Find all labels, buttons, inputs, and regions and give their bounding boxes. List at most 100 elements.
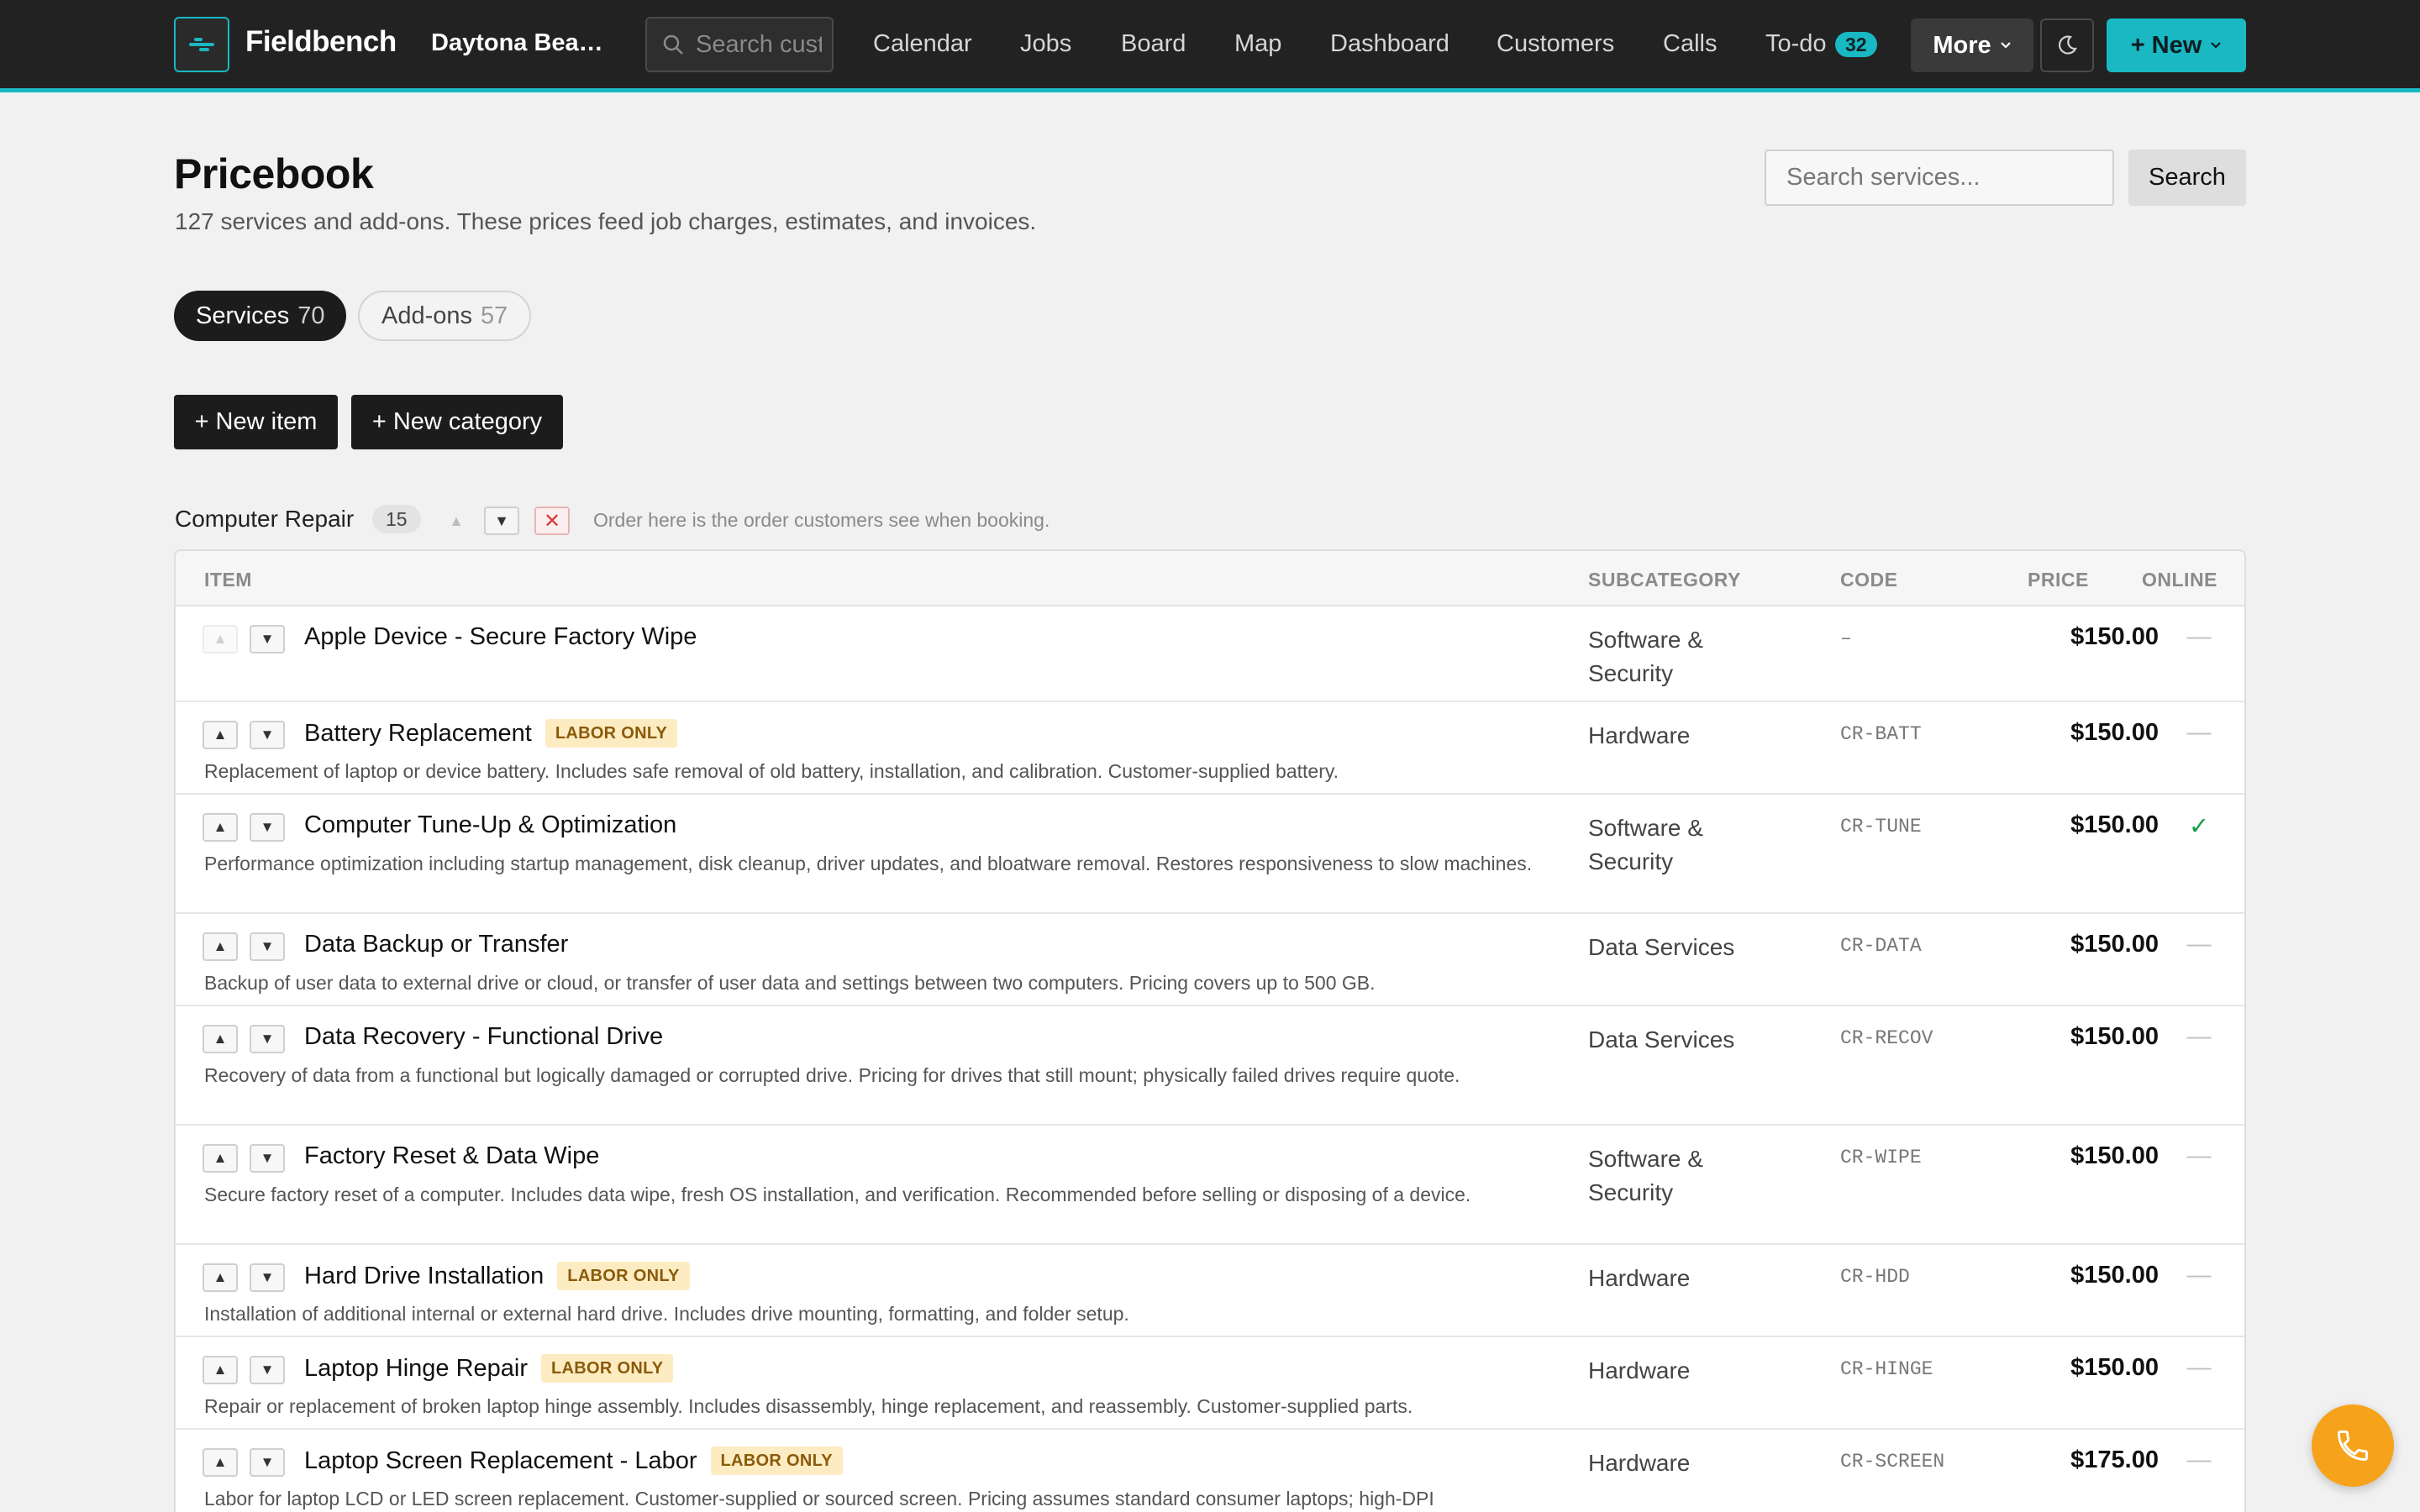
item-price: $150.00 [2070, 931, 2159, 958]
nav-jobs[interactable]: Jobs [1020, 30, 1071, 58]
category-count-badge: 15 [372, 505, 421, 533]
nav-todo[interactable]: To-do [1765, 30, 1827, 58]
table-row[interactable]: ▲ ▼ Laptop Hinge Repair LABOR ONLY Repair… [176, 1337, 2244, 1430]
item-code: CR-WIPE [1840, 1147, 1922, 1168]
move-up-button[interactable]: ▲ [203, 932, 238, 961]
services-search-input[interactable] [1765, 150, 2114, 206]
tab-addons[interactable]: Add-ons 57 [358, 291, 532, 341]
labor-only-badge: LABOR ONLY [710, 1446, 843, 1475]
table-row[interactable]: ▲ ▼ Data Backup or Transfer Backup of us… [176, 914, 2244, 1006]
move-up-button: ▲ [203, 625, 238, 654]
move-down-button[interactable]: ▼ [250, 1263, 285, 1292]
table-row[interactable]: ▲ ▼ Data Recovery - Functional Drive Rec… [176, 1006, 2244, 1126]
item-code: CR-RECOV [1840, 1027, 1933, 1049]
move-down-button[interactable]: ▼ [250, 1144, 285, 1173]
move-down-button[interactable]: ▼ [250, 1025, 285, 1053]
table-row[interactable]: ▲ ▼ Hard Drive Installation LABOR ONLY In… [176, 1245, 2244, 1337]
item-name[interactable]: Data Backup or Transfer [304, 931, 568, 958]
nav-map[interactable]: Map [1234, 30, 1281, 58]
item-description: Installation of additional internal or e… [204, 1303, 1129, 1325]
item-name[interactable]: Hard Drive Installation LABOR ONLY [304, 1262, 690, 1290]
labor-only-badge: LABOR ONLY [541, 1354, 674, 1383]
item-name-text: Battery Replacement [304, 719, 532, 747]
column-header-subcategory: SUBCATEGORY [1588, 569, 1741, 591]
new-category-button[interactable]: + New category [351, 395, 563, 449]
table-row[interactable]: ▲ ▼ Laptop Screen Replacement - Labor LAB… [176, 1430, 2244, 1512]
table-row[interactable]: ▲ ▼ Factory Reset & Data Wipe Secure fac… [176, 1126, 2244, 1245]
item-name[interactable]: Apple Device - Secure Factory Wipe [304, 623, 697, 651]
move-down-button[interactable]: ▼ [250, 1356, 285, 1384]
item-name[interactable]: Laptop Hinge Repair LABOR ONLY [304, 1354, 674, 1383]
item-name-text: Laptop Hinge Repair [304, 1354, 529, 1382]
move-up-button[interactable]: ▲ [203, 1144, 238, 1173]
item-online-status: — [2186, 1446, 2212, 1473]
move-down-button[interactable]: ▼ [250, 625, 285, 654]
chevron-down-icon [2000, 42, 2011, 49]
item-subcategory: Software & Security [1588, 815, 1703, 874]
item-price: $150.00 [2070, 623, 2159, 650]
table-row[interactable]: ▲ ▼ Apple Device - Secure Factory Wipe S… [176, 606, 2244, 702]
item-subcategory: Hardware [1588, 1265, 1691, 1291]
item-name-text: Hard Drive Installation [304, 1262, 544, 1289]
move-up-button[interactable]: ▲ [203, 1356, 238, 1384]
app-logo-icon[interactable] [174, 17, 229, 72]
search-icon [663, 34, 683, 55]
tab-label: Services [196, 302, 290, 329]
customer-search[interactable] [645, 17, 834, 72]
new-item-button[interactable]: + New item [174, 395, 338, 449]
move-down-button[interactable]: ▼ [250, 813, 285, 842]
item-online-status: — [2186, 931, 2212, 958]
search-button[interactable]: Search [2128, 150, 2246, 206]
item-name[interactable]: Laptop Screen Replacement - Labor LABOR O… [304, 1446, 843, 1475]
move-up-button[interactable]: ▲ [203, 1025, 238, 1053]
table-row[interactable]: ▲ ▼ Computer Tune-Up & Optimization Perf… [176, 795, 2244, 914]
item-name[interactable]: Factory Reset & Data Wipe [304, 1142, 599, 1170]
item-name-text: Computer Tune-Up & Optimization [304, 811, 677, 838]
new-menu-button[interactable]: + New [2107, 18, 2246, 72]
nav-customers[interactable]: Customers [1497, 30, 1614, 58]
move-down-button[interactable]: ▼ [250, 721, 285, 749]
item-name-text: Data Recovery - Functional Drive [304, 1023, 664, 1050]
item-subcategory: Data Services [1588, 1026, 1735, 1053]
move-up-button[interactable]: ▲ [203, 1263, 238, 1292]
category-delete-button[interactable]: ✕ [534, 507, 570, 535]
item-description: Secure factory reset of a computer. Incl… [204, 1184, 1471, 1205]
top-nav: Fieldbench Daytona Beac... Calendar Jobs… [0, 0, 2420, 92]
move-up-button[interactable]: ▲ [203, 1448, 238, 1477]
category-move-up-button[interactable]: ▲ [439, 507, 474, 535]
call-button[interactable] [2312, 1404, 2394, 1487]
item-subcategory: Software & Security [1588, 1146, 1703, 1205]
location-selector[interactable]: Daytona Beac... [431, 29, 608, 57]
item-price: $150.00 [2070, 1023, 2159, 1050]
item-name[interactable]: Computer Tune-Up & Optimization [304, 811, 676, 839]
item-code: CR-SCREEN [1840, 1451, 1945, 1473]
nav-board[interactable]: Board [1121, 30, 1186, 58]
item-online-status: — [2186, 1354, 2212, 1381]
nav-calls[interactable]: Calls [1663, 30, 1717, 58]
move-up-button[interactable]: ▲ [203, 813, 238, 842]
item-code: CR-TUNE [1840, 816, 1922, 837]
item-description: Performance optimization including start… [204, 853, 1533, 874]
nav-dashboard[interactable]: Dashboard [1330, 30, 1449, 58]
pricebook-table: ITEM SUBCATEGORY CODE PRICE ONLINE ▲ ▼ A… [174, 549, 2246, 1512]
item-name[interactable]: Battery Replacement LABOR ONLY [304, 719, 678, 748]
category-move-down-button[interactable]: ▼ [484, 507, 519, 535]
nav-calendar[interactable]: Calendar [873, 30, 972, 58]
item-subcategory: Hardware [1588, 722, 1691, 748]
item-code: – [1840, 627, 1852, 649]
item-code: CR-HINGE [1840, 1358, 1933, 1380]
page-subtitle: 127 services and add-ons. These prices f… [175, 208, 1037, 234]
move-up-button[interactable]: ▲ [203, 721, 238, 749]
tab-services[interactable]: Services 70 [174, 291, 347, 341]
move-down-button[interactable]: ▼ [250, 932, 285, 961]
table-row[interactable]: ▲ ▼ Battery Replacement LABOR ONLY Replac… [176, 702, 2244, 795]
more-menu-button[interactable]: More [1911, 18, 2033, 72]
brand-name[interactable]: Fieldbench [245, 25, 397, 59]
item-price: $150.00 [2070, 811, 2159, 838]
customer-search-input[interactable] [696, 30, 822, 59]
move-down-button[interactable]: ▼ [250, 1448, 285, 1477]
moon-icon [2058, 35, 2077, 55]
table-header: ITEM SUBCATEGORY CODE PRICE ONLINE [176, 551, 2244, 606]
theme-toggle-button[interactable] [2040, 18, 2094, 72]
item-name[interactable]: Data Recovery - Functional Drive [304, 1023, 663, 1051]
